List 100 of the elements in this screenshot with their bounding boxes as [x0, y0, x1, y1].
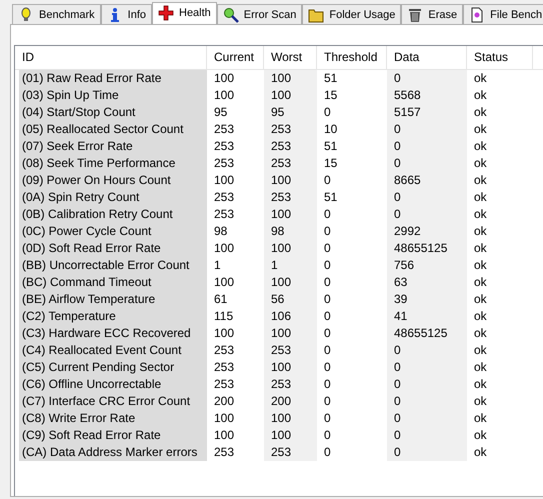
table-cell-text: 51 [323, 138, 338, 155]
table-cell: (07) Seek Error Rate [19, 138, 207, 155]
table-cell: (0B) Calibration Retry Count [19, 206, 207, 223]
table-cell: 253 [264, 121, 317, 138]
table-cell-text: 0 [323, 325, 332, 342]
table-cell: 100 [264, 70, 317, 87]
table-cell-text: ok [473, 342, 488, 359]
tab[interactable]: File Bench [463, 4, 543, 24]
table-cell-text: 0 [323, 206, 332, 223]
table-cell: 5568 [387, 87, 467, 104]
table-cell: 756 [387, 257, 467, 274]
tab[interactable]: Erase [401, 4, 464, 24]
column-header[interactable]: Threshold [317, 46, 387, 70]
table-cell-text: 253 [213, 359, 236, 376]
table-cell-text: ok [473, 274, 488, 291]
table-cell-text: ok [473, 223, 488, 240]
table-cell: 0 [387, 155, 467, 172]
table-cell: 100 [264, 427, 317, 444]
table-cell-text: ok [473, 325, 488, 342]
table-cell-text: 100 [213, 70, 236, 87]
table-cell: 100 [264, 172, 317, 189]
table-cell: 98 [264, 223, 317, 240]
table-cell-text: ok [473, 240, 488, 257]
table-cell-text: 100 [213, 172, 236, 189]
table-cell-text: ok [473, 359, 488, 376]
table-cell: 56 [264, 291, 317, 308]
table-cell: 0 [387, 70, 467, 87]
table-cell-text: 200 [213, 393, 236, 410]
table-cell-text: 253 [213, 138, 236, 155]
table-cell: (0A) Spin Retry Count [19, 189, 207, 206]
table-cell-text: 253 [213, 155, 236, 172]
table-cell: 100 [264, 410, 317, 427]
table-cell-text: 0 [323, 359, 332, 376]
table-cell-text: ok [473, 155, 488, 172]
table-cell-text: 0 [323, 427, 332, 444]
tab[interactable]: Benchmark [12, 4, 101, 24]
table-cell: 100 [264, 206, 317, 223]
table-cell: 253 [264, 189, 317, 206]
table-cell: (04) Start/Stop Count [19, 104, 207, 121]
table-cell-text: 15 [323, 87, 338, 104]
table-cell: (0C) Power Cycle Count [19, 223, 207, 240]
table-cell-text: ok [473, 172, 488, 189]
table-cell-text: 51 [323, 189, 338, 206]
table-cell: (C2) Temperature [19, 308, 207, 325]
table-cell-text: 0 [323, 393, 332, 410]
table-cell-text: 0 [323, 223, 332, 240]
table-cell-text: 0 [323, 410, 332, 427]
table-cell: 0 [387, 121, 467, 138]
tab[interactable]: Folder Usage [302, 4, 402, 24]
table-cell: 8665 [387, 172, 467, 189]
table-cell-text: 0 [323, 376, 332, 393]
table-cell: 48655125 [387, 325, 467, 342]
table-cell-text: 51 [323, 70, 338, 87]
table-cell-text: 100 [213, 410, 236, 427]
table-cell: 100 [264, 274, 317, 291]
table-cell-text: 253 [213, 189, 236, 206]
table-cell: (C8) Write Error Rate [19, 410, 207, 427]
table-cell: 253 [264, 342, 317, 359]
table-cell: 253 [264, 376, 317, 393]
table-cell: 0 [387, 444, 467, 461]
table-cell: 100 [264, 325, 317, 342]
table-cell-text: ok [473, 308, 488, 325]
table-cell: (C9) Soft Read Error Rate [19, 427, 207, 444]
table-cell: 39 [387, 291, 467, 308]
table-cell: 0 [387, 138, 467, 155]
table-cell: 48655125 [387, 240, 467, 257]
table-cell-text: 15 [323, 155, 338, 172]
table-cell-text: ok [473, 189, 488, 206]
cross-icon [158, 4, 174, 20]
trash-icon [407, 6, 424, 22]
table-cell: 0 [387, 410, 467, 427]
table-cell-text: 0 [323, 104, 332, 121]
tab[interactable]: Error Scan [216, 4, 302, 24]
table-cell-text: 0 [323, 342, 332, 359]
column-header[interactable]: Current [207, 46, 264, 70]
table-cell-text: 253 [213, 342, 236, 359]
table-cell: (C7) Interface CRC Error Count [19, 393, 207, 410]
column-header[interactable]: Status [467, 46, 533, 70]
table-cell-text: ok [473, 87, 488, 104]
table-cell-text: 253 [213, 376, 236, 393]
table-cell-text: 95 [213, 104, 228, 121]
table-cell: 0 [387, 206, 467, 223]
table-cell-text: ok [473, 104, 488, 121]
table-cell: 0 [387, 359, 467, 376]
table-cell: 253 [264, 444, 317, 461]
table-cell: (08) Seek Time Performance [19, 155, 207, 172]
table-cell-text: 0 [323, 308, 332, 325]
table-cell-text: 0 [323, 291, 332, 308]
tab[interactable]: Health [152, 2, 217, 24]
table-cell: 0 [387, 427, 467, 444]
table-cell: 41 [387, 308, 467, 325]
table-cell: (0D) Soft Read Error Rate [19, 240, 207, 257]
table-cell: 0 [387, 376, 467, 393]
table-cell-text: ok [473, 257, 488, 274]
table-cell-text: ok [473, 410, 488, 427]
table-cell: (01) Raw Read Error Rate [19, 70, 207, 87]
table-cell: 100 [264, 240, 317, 257]
table-cell: 253 [264, 138, 317, 155]
table-cell-text: 0 [323, 172, 332, 189]
tab[interactable]: Info [100, 4, 152, 24]
